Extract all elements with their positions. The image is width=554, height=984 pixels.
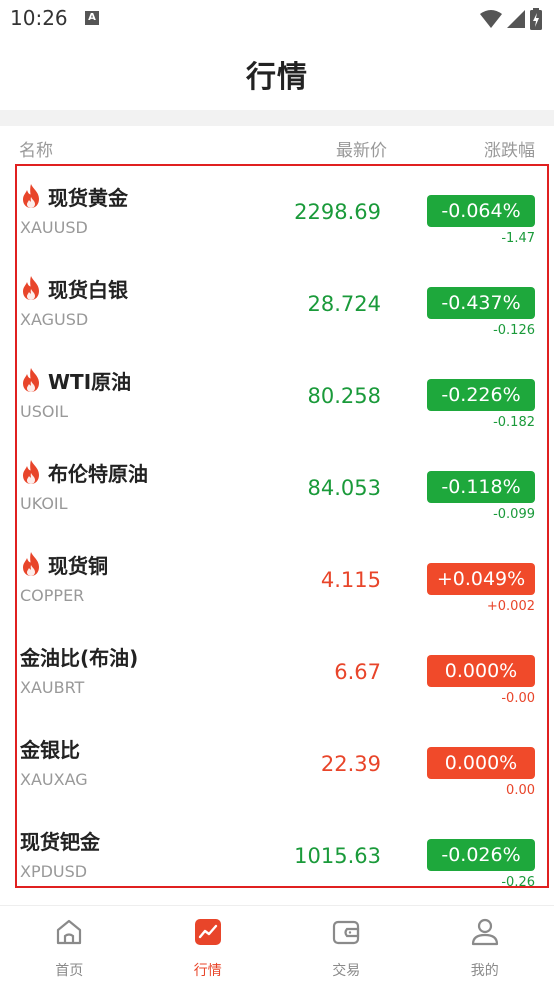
quote-name: 现货铜 (48, 553, 108, 578)
change-percent-badge[interactable]: -0.026% (427, 839, 535, 871)
quote-name-line: 现货白银 (20, 274, 128, 302)
chart-icon (192, 916, 224, 952)
quote-name: 现货白银 (48, 277, 128, 302)
wallet-icon (330, 916, 362, 952)
column-header-price: 最新价 (336, 141, 387, 161)
column-header-change[interactable]: 涨跌幅 (484, 136, 535, 161)
tab-home[interactable]: 首页 (0, 906, 139, 984)
change-amount: 0.00 (506, 783, 535, 798)
quote-price: 84.053 (307, 476, 381, 500)
change-amount: -0.26 (501, 875, 535, 888)
quote-name-line: 布伦特原油 (20, 458, 148, 486)
hot-fire-icon (23, 460, 39, 484)
quote-code: XAUXAG (20, 770, 88, 789)
battery-icon (530, 8, 542, 30)
change-amount: -0.00 (501, 691, 535, 706)
quote-row[interactable]: 布伦特原油 UKOIL 84.053 -0.118% -0.099 (17, 442, 547, 534)
quote-name-line: 现货铜 (20, 550, 108, 578)
quote-name-line: 现货钯金 (20, 826, 100, 854)
change-percent-badge[interactable]: -0.437% (427, 287, 535, 319)
quote-row[interactable]: 现货黄金 XAUUSD 2298.69 -0.064% -1.47 (17, 166, 547, 258)
change-percent-badge[interactable]: -0.118% (427, 471, 535, 503)
quote-name: 金油比(布油) (20, 645, 139, 670)
quote-name: 金银比 (20, 737, 80, 762)
quote-price: 4.115 (320, 568, 381, 592)
quote-name-line: 现货黄金 (20, 182, 128, 210)
quote-code: COPPER (20, 586, 85, 605)
quote-name-line: 金油比(布油) (20, 642, 138, 670)
quote-price: 28.724 (307, 292, 381, 316)
quote-list: 现货黄金 XAUUSD 2298.69 -0.064% -1.47 现货白银 XAGUSD 2… (15, 164, 549, 888)
quote-code: XAUBRT (20, 678, 85, 697)
quote-name: 布伦特原油 (48, 461, 148, 486)
change-percent-badge[interactable]: -0.064% (427, 195, 535, 227)
user-icon (469, 916, 501, 952)
quote-row[interactable]: WTI原油 USOIL 80.258 -0.226% -0.182 (17, 350, 547, 442)
hot-fire-icon (23, 276, 39, 300)
hot-fire-icon (23, 184, 39, 208)
change-amount: -1.47 (501, 231, 535, 246)
change-percent-badge[interactable]: +0.049% (427, 563, 535, 595)
quote-code: UKOIL (20, 494, 68, 513)
quote-code: XAGUSD (20, 310, 89, 329)
quote-row[interactable]: 现货钯金 XPDUSD 1015.63 -0.026% -0.26 (17, 810, 547, 888)
tab-chart[interactable]: 行情 (139, 906, 278, 984)
column-headers: 名称 最新价 涨跌幅 (0, 136, 554, 162)
tab-label: 我的 (470, 963, 499, 979)
change-amount: -0.099 (493, 507, 535, 522)
quote-price: 80.258 (307, 384, 381, 408)
quote-row[interactable]: 金油比(布油) XAUBRT 6.67 0.000% -0.00 (17, 626, 547, 718)
app-header: 行情 (0, 38, 554, 110)
quote-row[interactable]: 现货铜 COPPER 4.115 +0.049% +0.002 (17, 534, 547, 626)
quote-price: 1015.63 (294, 844, 381, 868)
quote-price: 22.39 (320, 752, 381, 776)
bottom-tab-bar: 首页 行情 交易 我的 (0, 905, 554, 984)
change-percent-badge[interactable]: 0.000% (427, 747, 535, 779)
status-icons (480, 8, 542, 30)
status-time: 10:26 (10, 6, 68, 30)
change-percent-badge[interactable]: -0.226% (427, 379, 535, 411)
notification-a-icon: A (85, 11, 99, 25)
change-amount: +0.002 (486, 599, 535, 614)
signal-icon (507, 10, 525, 28)
change-amount: -0.182 (493, 415, 535, 430)
tab-user[interactable]: 我的 (416, 906, 554, 984)
tab-label: 首页 (55, 963, 84, 979)
status-bar: 10:26 A (0, 0, 554, 38)
quote-price: 2298.69 (294, 200, 381, 224)
quote-name-line: WTI原油 (20, 366, 131, 394)
tab-label: 交易 (332, 963, 361, 979)
quote-name: 现货黄金 (48, 185, 128, 210)
column-header-name: 名称 (19, 141, 53, 161)
quote-code: XAUUSD (20, 218, 88, 237)
change-percent-badge[interactable]: 0.000% (427, 655, 535, 687)
change-amount: -0.126 (493, 323, 535, 338)
quote-price: 6.67 (334, 660, 381, 684)
tab-wallet[interactable]: 交易 (277, 906, 416, 984)
page-title: 行情 (246, 60, 308, 95)
quote-name: 现货钯金 (20, 829, 100, 854)
quote-row[interactable]: 金银比 XAUXAG 22.39 0.000% 0.00 (17, 718, 547, 810)
quote-code: USOIL (20, 402, 69, 421)
quote-name-line: 金银比 (20, 734, 80, 762)
header-divider (0, 110, 554, 126)
quote-code: XPDUSD (20, 862, 88, 881)
quote-name: WTI原油 (48, 369, 132, 394)
tab-label: 行情 (193, 963, 222, 979)
wifi-icon (480, 10, 502, 28)
hot-fire-icon (23, 368, 39, 392)
home-icon (53, 916, 85, 952)
hot-fire-icon (23, 552, 39, 576)
quote-row[interactable]: 现货白银 XAGUSD 28.724 -0.437% -0.126 (17, 258, 547, 350)
